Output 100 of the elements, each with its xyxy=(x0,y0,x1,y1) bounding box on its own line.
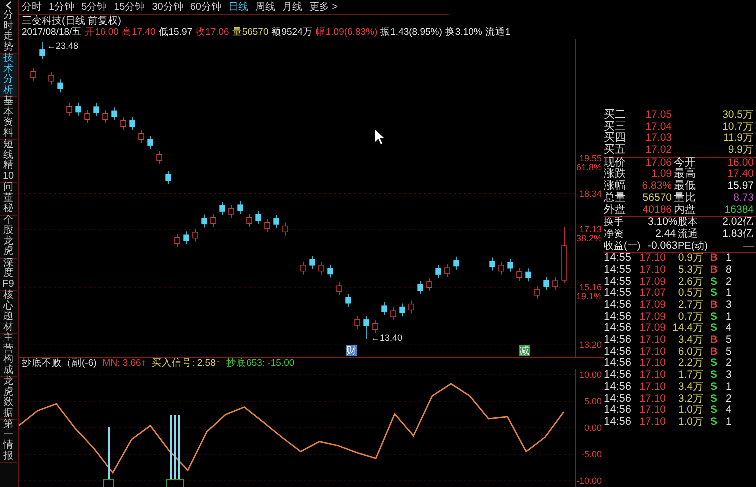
period-tab[interactable]: 周线 xyxy=(256,0,276,14)
trade-volume: 14.4万 xyxy=(672,323,705,335)
trade-count: 4 xyxy=(725,323,733,336)
indicator-axis-label: -5.00 xyxy=(581,450,602,460)
candlestick xyxy=(112,107,118,121)
candlestick xyxy=(174,234,180,248)
side-tab[interactable]: 技术分析 xyxy=(0,54,17,97)
back-chevron-icon[interactable] xyxy=(5,1,13,10)
trade-price: 17.10 xyxy=(638,253,667,265)
fundamental-value: — xyxy=(742,240,755,252)
trade-volume: 3.4万 xyxy=(677,382,705,394)
trade-side: S xyxy=(709,323,718,336)
price-axis-label: 13.20 xyxy=(579,340,602,350)
candlestick xyxy=(40,42,46,60)
trade-side: B xyxy=(709,335,719,347)
candlestick xyxy=(156,150,162,165)
side-tab[interactable]: 龙虎数据 xyxy=(0,377,17,420)
candlestick xyxy=(256,210,262,225)
quote-label: 涨幅 xyxy=(604,181,627,192)
quote-value: 8.73 xyxy=(732,192,755,205)
candlestick xyxy=(408,300,414,314)
trade-time: 14:56 xyxy=(604,394,633,405)
trade-time: 14:55 xyxy=(604,276,633,288)
side-tab[interactable]: 问董秘 xyxy=(0,183,17,216)
trade-price: 17.10 xyxy=(638,382,667,394)
side-tab[interactable]: 核心题材 xyxy=(0,291,17,334)
candlestick xyxy=(246,214,252,228)
trade-volume: 6.0万 xyxy=(677,346,705,358)
trade-side: S xyxy=(709,358,718,370)
trade-time: 14:56 xyxy=(604,405,633,417)
period-tab[interactable]: 60分钟 xyxy=(190,0,222,14)
period-tab[interactable]: 5分钟 xyxy=(82,0,108,14)
candlestick xyxy=(300,262,306,276)
trade-price: 17.10 xyxy=(638,346,667,358)
quote-field: 收17.06 xyxy=(196,27,230,38)
candlestick xyxy=(120,116,126,131)
trade-price: 17.10 xyxy=(638,405,667,417)
period-tab[interactable]: 日线 xyxy=(228,0,248,14)
high-price-label: ←23.48 xyxy=(47,41,79,51)
side-tab[interactable]: 第一情报 xyxy=(0,420,17,463)
candlestick xyxy=(94,103,100,117)
quote-value: 17.06 xyxy=(644,158,673,170)
side-tab[interactable]: 短线精10 xyxy=(0,140,17,183)
fundamental-label: 换手 xyxy=(604,217,625,229)
period-tab[interactable]: 1分钟 xyxy=(49,0,75,14)
trade-price: 17.10 xyxy=(638,358,667,370)
event-marker[interactable]: 财 xyxy=(346,345,357,357)
indicator-value: 抄底653: -15.00 xyxy=(226,358,295,368)
side-tab[interactable]: 个股龙虎 xyxy=(0,216,17,258)
trade-price: 17.10 xyxy=(638,370,667,382)
trade-price: 17.10 xyxy=(638,264,667,277)
quote-field: 2017/08/18/五 xyxy=(22,27,82,38)
candlestick xyxy=(418,280,424,295)
trade-side: S xyxy=(709,312,718,324)
quote-value: 56570 xyxy=(642,192,673,205)
side-tab[interactable]: 基本资料 xyxy=(0,97,17,140)
bid-price: 17.04 xyxy=(644,122,673,134)
candlestick xyxy=(58,79,64,93)
candlestick xyxy=(400,303,406,318)
candlestick xyxy=(148,136,154,150)
side-tab[interactable]: 深度F9 xyxy=(0,258,17,291)
indicator-axis-label: 5.00 xyxy=(584,396,602,406)
event-marker[interactable]: 减 xyxy=(519,345,530,357)
bid-volume: 30.5万 xyxy=(722,110,755,122)
period-tab[interactable]: 分时 xyxy=(22,0,42,14)
bid-label: 买二 xyxy=(604,110,627,121)
trade-time: 14:56 xyxy=(604,335,633,347)
trade-side: B xyxy=(709,346,719,358)
quote-value: 40186 xyxy=(642,204,673,216)
ratio-axis-label: 38.2% xyxy=(576,234,602,244)
candlestick xyxy=(282,222,288,236)
period-tab[interactable]: 月线 xyxy=(282,0,302,14)
trade-side: S xyxy=(709,416,718,429)
candlestick xyxy=(534,286,540,300)
trade-time: 14:56 xyxy=(604,346,633,358)
trade-count: 3 xyxy=(725,300,733,312)
fundamental-label: 流通 xyxy=(678,228,699,241)
candlestick xyxy=(102,110,108,124)
price-axis-label: 18.34 xyxy=(579,188,602,199)
candlestick xyxy=(552,277,558,291)
candlestick xyxy=(202,214,208,228)
period-tab[interactable]: 15分钟 xyxy=(114,0,146,14)
indicator-axis-label: 10.00 xyxy=(579,370,602,380)
quote-label: 涨跌 xyxy=(604,169,627,180)
trade-time: 14:56 xyxy=(604,416,633,429)
trade-time: 14:55 xyxy=(604,253,633,265)
trade-volume: 0.5万 xyxy=(677,288,705,300)
period-tab[interactable]: 30分钟 xyxy=(152,0,184,14)
trade-side: S xyxy=(709,405,718,417)
trade-volume: 0.9万 xyxy=(677,253,705,265)
low-price-label: ←13.40 xyxy=(371,333,403,343)
candlestick xyxy=(220,202,226,216)
period-tab[interactable]: 更多 > xyxy=(310,0,338,14)
fundamental-value: 2.44 xyxy=(654,228,677,241)
trade-count: 1 xyxy=(725,253,733,265)
fundamental-value: 1.83亿 xyxy=(722,228,755,241)
candlestick xyxy=(382,302,388,316)
trade-count: 8 xyxy=(725,264,733,277)
trade-side: S xyxy=(709,288,718,300)
price-axis-label: 15.16 xyxy=(579,282,602,292)
